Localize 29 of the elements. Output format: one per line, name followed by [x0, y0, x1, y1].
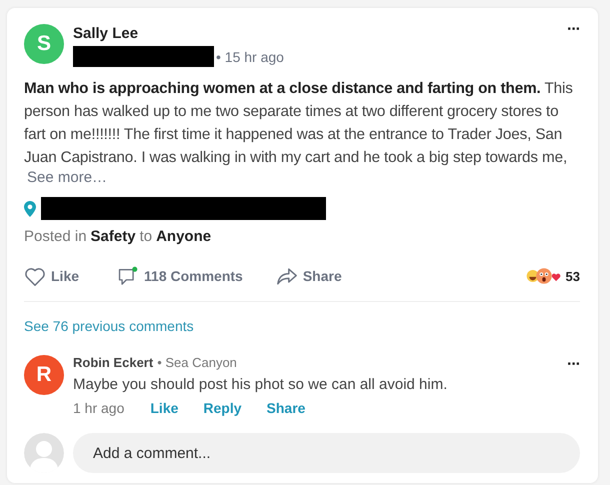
comment-action-link[interactable]: Like	[150, 400, 178, 416]
like-button[interactable]: Like	[24, 266, 80, 286]
posted-to-label: to	[140, 228, 152, 245]
comment-input-field[interactable]: Add a comment...	[73, 433, 580, 473]
author-name[interactable]: Sally Lee	[73, 25, 568, 42]
previous-comments-link[interactable]: See 76 previous comments	[24, 318, 580, 334]
see-more-link[interactable]: See more…	[27, 169, 108, 186]
share-button[interactable]: Share	[276, 266, 342, 286]
post-body: Man who is approaching women at a close distance and farting on them. This person has walked up to me two separate times at two different grocery stores to fart on me!!!!!!! The first time it happened was at the entrance to Trader Joes, San Juan Capistrano. I was walking in with my cart and he took a big step towards me,	[24, 79, 574, 168]
speech-bubble-icon	[117, 266, 140, 286]
commenter-neighborhood: • Sea Canyon	[157, 355, 237, 370]
posted-in-label: Posted in	[24, 228, 87, 245]
comment-button[interactable]: 118 Comments	[117, 266, 243, 286]
comment-action-link[interactable]: Share	[266, 400, 306, 416]
user-avatar-icon	[24, 433, 64, 473]
commenter-name[interactable]: Robin Eckert	[73, 355, 154, 370]
category-link[interactable]: Safety	[90, 228, 136, 245]
commenter-avatar[interactable]: R	[24, 355, 64, 395]
more-options-button[interactable]: ···	[567, 24, 580, 36]
comment-time: 1 hr ago	[73, 400, 124, 416]
post-time: • 15 hr ago	[216, 48, 284, 64]
location-pin-icon	[24, 200, 36, 216]
heart-icon	[24, 266, 46, 286]
audience-label: Anyone	[156, 228, 212, 245]
share-arrow-icon	[276, 266, 298, 286]
comment-text: Maybe you should post his phot so we can all avoid him.	[73, 376, 448, 393]
reaction-count: 53	[566, 268, 580, 284]
comment-options-button[interactable]: ···	[567, 359, 580, 371]
comment-action-link[interactable]: Reply	[203, 400, 242, 416]
